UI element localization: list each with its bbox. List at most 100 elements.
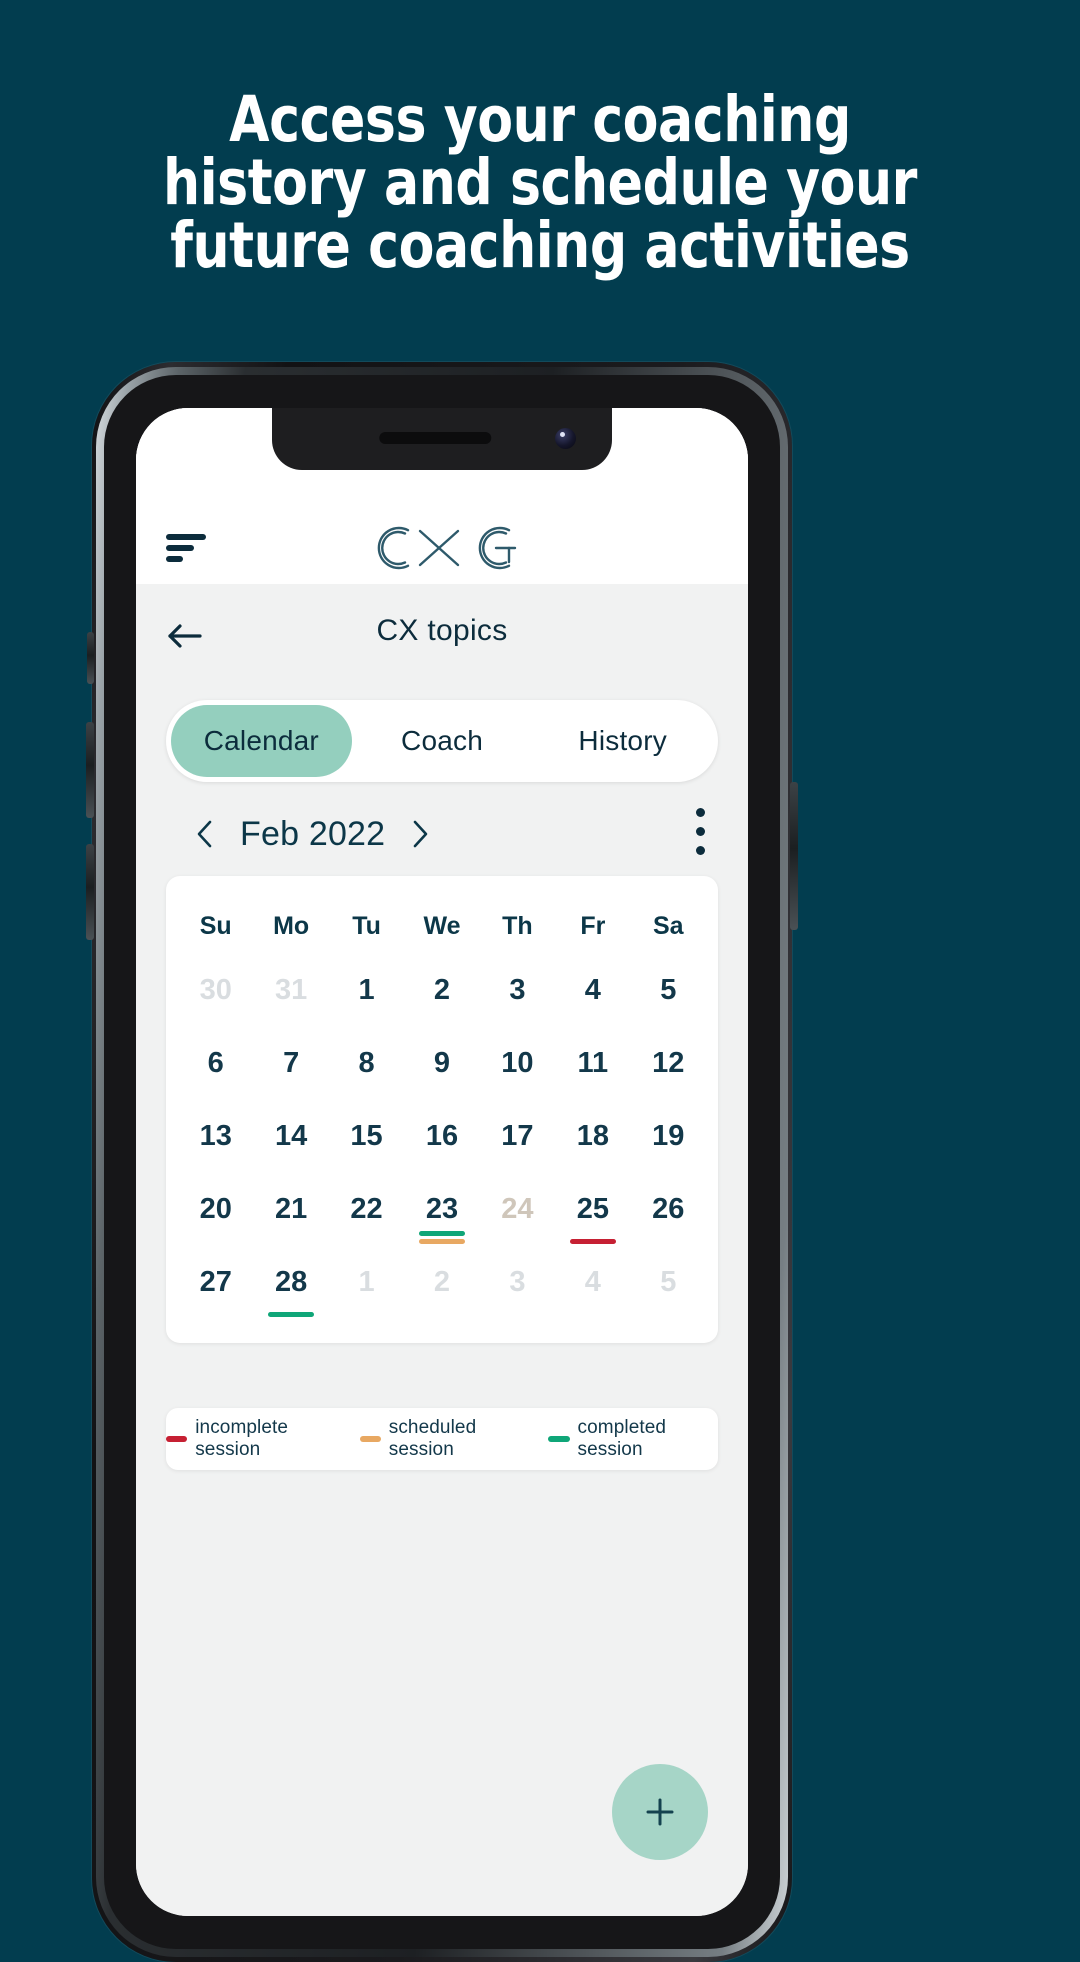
calendar-day-number: 31 — [275, 974, 308, 1006]
calendar-day-cell[interactable]: 2 — [404, 954, 479, 1027]
weekday-label: Mo — [273, 911, 310, 940]
cxg-logo — [363, 520, 521, 576]
calendar-day-cell[interactable]: 6 — [178, 1027, 253, 1100]
tab-history[interactable]: History — [532, 705, 713, 777]
weekday-label: Th — [502, 911, 533, 940]
calendar-day-cell[interactable]: 15 — [329, 1100, 404, 1173]
calendar-day-number: 5 — [660, 1266, 677, 1298]
session-marker-scheduled — [418, 1239, 465, 1244]
calendar-day-cell[interactable]: 4 — [555, 1246, 630, 1319]
kebab-menu-icon[interactable] — [696, 808, 706, 860]
calendar-day-cell[interactable]: 2 — [404, 1246, 479, 1319]
calendar-day-cell[interactable]: 18 — [555, 1100, 630, 1173]
calendar-day-number: 10 — [501, 1047, 534, 1079]
calendar-legend: incomplete session scheduled session com… — [166, 1408, 718, 1470]
calendar-day-cell[interactable]: 5 — [631, 954, 706, 1027]
calendar-day-cell[interactable]: 21 — [253, 1173, 328, 1246]
calendar-day-cell[interactable]: 20 — [178, 1173, 253, 1246]
session-marker-completed — [418, 1231, 465, 1236]
headline-line-2: history and schedule your — [163, 146, 917, 219]
calendar-day-number: 1 — [358, 974, 375, 1006]
calendar-day-cell[interactable]: 26 — [631, 1173, 706, 1246]
phone-mute-switch[interactable] — [87, 632, 94, 684]
session-markers — [418, 1231, 465, 1244]
tab-bar: Calendar Coach History — [166, 700, 718, 782]
calendar-day-cell[interactable]: 28 — [253, 1246, 328, 1319]
calendar-week-row: 13 14 15 16 17 18 19 — [178, 1100, 706, 1173]
calendar-day-cell[interactable]: 17 — [480, 1100, 555, 1173]
calendar-day-cell[interactable]: 12 — [631, 1027, 706, 1100]
legend-item-incomplete: incomplete session — [166, 1417, 340, 1461]
chevron-left-icon[interactable] — [192, 817, 218, 851]
calendar-day-number: 2 — [433, 1266, 451, 1298]
calendar-day-number: 15 — [350, 1120, 383, 1152]
calendar-day-number: 27 — [199, 1266, 232, 1298]
headline-line-3: future coaching activities — [170, 209, 910, 282]
calendar-day-cell[interactable]: 24 — [480, 1173, 555, 1246]
calendar-weekday-header: Su Mo Tu We Th Fr Sa — [178, 898, 706, 954]
calendar-day-number: 24 — [501, 1193, 534, 1225]
calendar-day-cell[interactable]: 3 — [480, 1246, 555, 1319]
calendar-day-cell[interactable]: 22 — [329, 1173, 404, 1246]
calendar-day-cell[interactable]: 11 — [555, 1027, 630, 1100]
add-session-fab[interactable] — [612, 1764, 708, 1860]
legend-label: incomplete session — [195, 1417, 289, 1460]
calendar-day-cell[interactable]: 31 — [253, 954, 328, 1027]
calendar-day-cell[interactable]: 19 — [631, 1100, 706, 1173]
calendar-day-number: 19 — [652, 1120, 685, 1152]
session-markers — [268, 1312, 315, 1317]
hamburger-menu-icon[interactable] — [166, 534, 206, 562]
calendar-day-number: 30 — [199, 974, 232, 1006]
calendar-week-row: 30 31 1 2 3 4 5 — [178, 954, 706, 1027]
calendar-day-number: 3 — [509, 1266, 526, 1298]
calendar-day-cell[interactable]: 16 — [404, 1100, 479, 1173]
calendar-day-cell[interactable]: 4 — [555, 954, 630, 1027]
promo-headline: Access your coaching history and schedul… — [0, 88, 1080, 277]
calendar-day-cell[interactable]: 5 — [631, 1246, 706, 1319]
calendar-day-number: 21 — [275, 1193, 308, 1225]
calendar-day-number: 20 — [199, 1193, 232, 1225]
calendar-week-row: 20 21 22 23 24 25 26 — [178, 1173, 706, 1246]
month-year-label: Feb 2022 — [240, 814, 386, 853]
calendar-day-number: 4 — [584, 974, 601, 1006]
calendar-day-cell[interactable]: 25 — [555, 1173, 630, 1246]
headline-line-1: Access your coaching — [229, 83, 851, 156]
legend-label: scheduled session — [388, 1417, 477, 1460]
calendar-day-number: 1 — [358, 1266, 375, 1298]
screen-title-bar: CX topics — [136, 584, 748, 688]
calendar-day-cell[interactable]: 10 — [480, 1027, 555, 1100]
phone-screen: CX topics Calendar Coach History Feb 202… — [136, 408, 748, 1916]
calendar-day-number: 11 — [577, 1047, 609, 1079]
calendar-day-number: 25 — [576, 1193, 609, 1225]
phone-volume-up-button[interactable] — [86, 722, 94, 818]
chevron-right-icon[interactable] — [407, 817, 433, 851]
tab-calendar[interactable]: Calendar — [171, 705, 352, 777]
phone-power-button[interactable] — [790, 782, 798, 930]
phone-volume-down-button[interactable] — [86, 844, 94, 940]
calendar-card: Su Mo Tu We Th Fr Sa 30 31 1 2 3 4 5 6 7 8 9 10 11 12… — [166, 876, 718, 1343]
calendar-day-cell[interactable]: 14 — [253, 1100, 328, 1173]
legend-item-completed: completed session — [548, 1417, 718, 1461]
calendar-day-number: 3 — [509, 974, 526, 1006]
calendar-day-number: 17 — [501, 1120, 534, 1152]
app-viewport: CX topics Calendar Coach History Feb 202… — [136, 408, 748, 1916]
calendar-day-cell[interactable]: 3 — [480, 954, 555, 1027]
legend-swatch-scheduled — [359, 1436, 381, 1442]
weekday-label: Tu — [352, 911, 381, 940]
calendar-day-cell[interactable]: 1 — [329, 954, 404, 1027]
calendar-day-cell[interactable]: 30 — [178, 954, 253, 1027]
calendar-day-cell[interactable]: 1 — [329, 1246, 404, 1319]
calendar-day-cell[interactable]: 7 — [253, 1027, 328, 1100]
tab-coach[interactable]: Coach — [352, 705, 533, 777]
calendar-day-cell[interactable]: 9 — [404, 1027, 479, 1100]
calendar-day-number: 5 — [660, 974, 677, 1006]
calendar-day-cell[interactable]: 27 — [178, 1246, 253, 1319]
calendar-day-number: 13 — [199, 1120, 232, 1152]
calendar-day-cell[interactable]: 8 — [329, 1027, 404, 1100]
legend-label: completed session — [577, 1417, 667, 1460]
phone-notch — [272, 408, 612, 470]
calendar-day-cell[interactable]: 23 — [404, 1173, 479, 1246]
weekday-label: We — [423, 911, 461, 940]
legend-swatch-completed — [548, 1436, 570, 1442]
calendar-day-cell[interactable]: 13 — [178, 1100, 253, 1173]
